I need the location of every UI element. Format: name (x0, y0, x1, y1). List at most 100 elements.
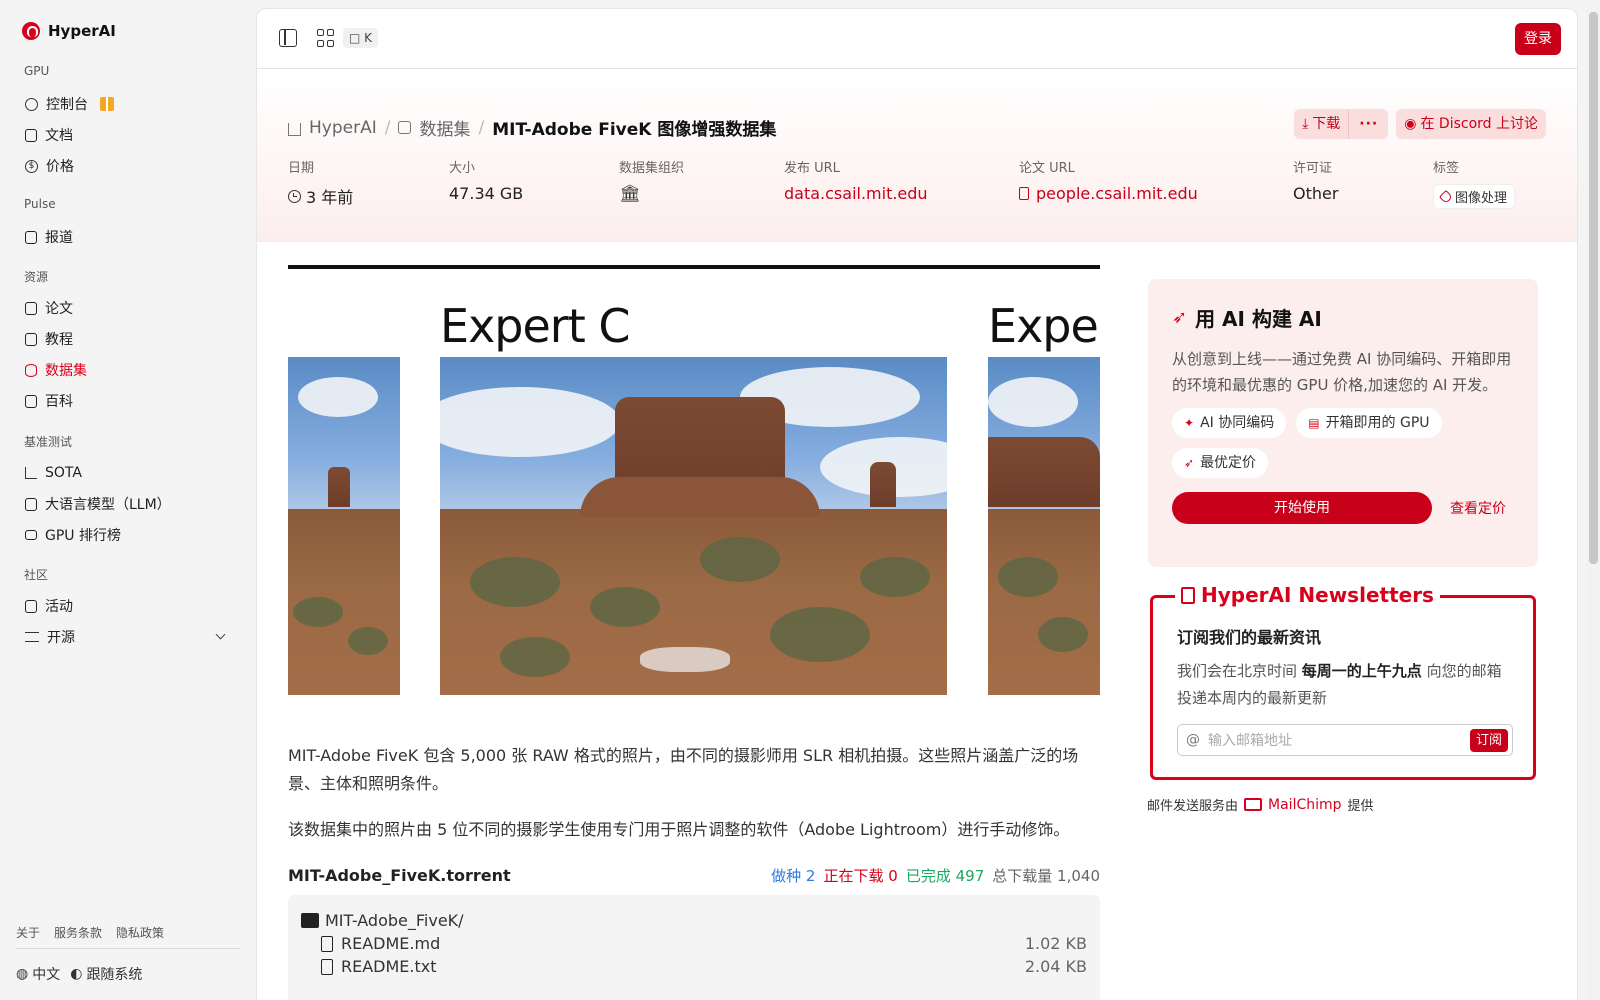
total-downloads-stat: 总下载量 1,040 (992, 867, 1100, 885)
chip-icon (25, 497, 37, 511)
sidebar-item-news[interactable]: 报道 (16, 223, 236, 251)
language-label: 中文 (32, 967, 61, 983)
news-icon (25, 230, 37, 244)
seeding-stat: 做种 2 (771, 867, 816, 885)
event-icon (25, 599, 37, 613)
mail-note-prefix: 邮件发送服务由 (1147, 799, 1239, 814)
sidebar: HyperAI GPU 控制台 文档 $ 价格 Pulse 报道 资源 论文 教… (0, 0, 256, 1000)
photo-left (288, 357, 400, 695)
sidebar-item-llm[interactable]: 大语言模型（LLM） (16, 490, 236, 518)
date-value: 3 年前 (306, 188, 354, 207)
breadcrumb-home[interactable]: HyperAI (309, 118, 377, 138)
footer-link-terms[interactable]: 服务条款 (54, 924, 102, 941)
tag-chip[interactable]: 图像处理 (1433, 184, 1516, 209)
sidebar-item-gpu-leaderboard[interactable]: GPU 排行榜 (16, 521, 236, 549)
footer-link-about[interactable]: 关于 (16, 924, 40, 941)
meta-license: 许可证 Other (1293, 157, 1338, 203)
mailchimp-link[interactable]: MailChimp (1268, 797, 1342, 813)
scrollbar-thumb[interactable] (1589, 12, 1598, 564)
login-button[interactable]: 登录 (1515, 23, 1561, 55)
sidebar-item-pricing[interactable]: $ 价格 (16, 152, 236, 180)
tag-icon (1438, 189, 1454, 204)
sidebar-item-label: 教程 (45, 332, 73, 348)
footer-link-privacy[interactable]: 隐私政策 (116, 924, 164, 941)
sidebar-item-label: GPU 排行榜 (45, 528, 121, 544)
command-shortcut[interactable]: □ K (343, 28, 379, 48)
torrent-name[interactable]: MIT-Adobe_FiveK.torrent (288, 866, 511, 885)
wiki-icon (25, 394, 37, 408)
file-row[interactable]: README.txt 2.04 KB (301, 955, 1087, 978)
database-icon (398, 121, 412, 134)
sidebar-item-label: 开源 (47, 630, 75, 646)
file-row-folder[interactable]: MIT-Adobe_FiveK/ (301, 909, 1087, 932)
dataset-preview-image: Expert C Expe (288, 265, 1100, 721)
sidebar-item-console[interactable]: 控制台 (16, 90, 236, 118)
download-button[interactable]: ⤓ 下载 (1294, 109, 1349, 139)
sidebar-item-wiki[interactable]: 百科 (16, 387, 236, 415)
mail-note-suffix: 提供 (1347, 799, 1374, 814)
paper-url-link[interactable]: people.csail.mit.edu (1019, 184, 1198, 203)
institution-icon[interactable]: 🏛 (619, 184, 641, 204)
sidebar-item-label: 控制台 (46, 97, 88, 113)
paper-icon (25, 301, 37, 315)
price-icon: $ (25, 159, 38, 173)
meta-paper-url: 论文 URL people.csail.mit.edu (1019, 157, 1198, 203)
view-pricing-link[interactable]: 查看定价 (1450, 498, 1506, 518)
get-started-button[interactable]: 开始使用 (1172, 492, 1432, 524)
sidebar-item-label: SOTA (45, 465, 82, 481)
dataset-header: HyperAI / 数据集 / MIT-Adobe FiveK 图像增强数据集 … (257, 69, 1577, 242)
meta-label: 论文 URL (1019, 161, 1075, 176)
meta-label: 大小 (449, 161, 476, 176)
more-options-button[interactable]: ··· (1348, 109, 1389, 139)
sidebar-item-docs[interactable]: 文档 (16, 121, 236, 149)
scrollbar[interactable] (1586, 8, 1600, 1000)
expert-label-partial: Expe (988, 299, 1099, 353)
sidebar-item-events[interactable]: 活动 (16, 592, 236, 620)
description-paragraph-1: MIT-Adobe FiveK 包含 5,000 张 RAW 格式的照片，由不同… (288, 746, 1079, 793)
page-title: MIT-Adobe FiveK 图像增强数据集 (492, 120, 777, 140)
sidebar-item-label: 文档 (45, 128, 73, 144)
rocket-icon: ➶ (1184, 456, 1195, 470)
file-row[interactable]: README.md 1.02 KB (301, 932, 1087, 955)
section-title-pulse: Pulse (24, 197, 56, 211)
meta-label: 标签 (1433, 161, 1460, 176)
meta-value: 图像处理 (1433, 184, 1516, 209)
breadcrumb-separator: / (478, 117, 485, 138)
completed-stat: 已完成 497 (905, 867, 985, 885)
clock-icon (288, 189, 301, 203)
sidebar-item-sota[interactable]: SOTA (16, 459, 236, 487)
sidebar-toggle-icon[interactable] (279, 29, 297, 47)
newsletter-card: HyperAI Newsletters 订阅我们的最新资讯 我们会在北京时间 每… (1150, 583, 1536, 780)
app-name: HyperAI (48, 22, 116, 40)
theme-selector[interactable]: ◐ 跟随系统 (70, 964, 142, 984)
feature-chip: ▤ 开箱即用的 GPU (1296, 408, 1442, 438)
subscribe-button[interactable]: 订阅 (1469, 729, 1508, 752)
newsletter-subtitle: 订阅我们的最新资讯 (1177, 628, 1322, 647)
sidebar-item-datasets[interactable]: 数据集 (16, 356, 236, 384)
file-icon (321, 936, 333, 952)
download-button-group: ⤓ 下载 ··· (1294, 109, 1389, 139)
dataset-icon (25, 363, 37, 377)
release-url-link[interactable]: data.csail.mit.edu (784, 184, 928, 203)
language-selector[interactable]: ◍ 中文 (16, 964, 60, 984)
file-size: 1.02 KB (1024, 934, 1087, 953)
promo-title-text: 用 AI 构建 AI (1195, 307, 1322, 331)
meta-value: 🏛 (619, 184, 684, 204)
breadcrumb-datasets[interactable]: 数据集 (419, 115, 470, 140)
discord-button[interactable]: ◉ 在 Discord 上讨论 (1396, 109, 1546, 139)
opensource-icon (25, 632, 39, 642)
newsletter-icon (1181, 586, 1195, 604)
sidebar-item-opensource[interactable]: 开源 (16, 623, 236, 651)
sidebar-item-papers[interactable]: 论文 (16, 294, 236, 322)
sidebar-divider (16, 948, 240, 949)
chevron-down-icon[interactable] (215, 629, 226, 640)
theme-icon: ◐ (70, 966, 83, 982)
logo[interactable]: HyperAI (22, 22, 116, 40)
email-input[interactable] (1208, 729, 1458, 753)
meta-value: 3 年前 (288, 184, 353, 208)
apps-icon[interactable] (317, 29, 335, 47)
feature-chip: ✦ AI 协同编码 (1172, 408, 1287, 438)
preferences-row: ◍ 中文 ◐ 跟随系统 (16, 964, 142, 984)
sidebar-item-tutorials[interactable]: 教程 (16, 325, 236, 353)
downloading-stat: 正在下载 0 (823, 867, 898, 885)
